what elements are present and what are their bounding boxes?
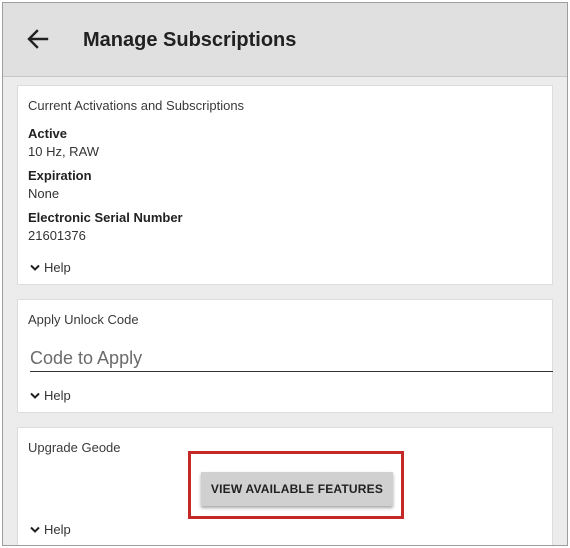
chevron-down-icon [30,392,40,399]
current-subscriptions-heading: Current Activations and Subscriptions [28,98,245,113]
current-help-label: Help [44,260,71,275]
upgrade-heading: Upgrade Geode [28,440,121,455]
highlight-box: VIEW AVAILABLE FEATURES [188,451,404,519]
view-available-features-button[interactable]: VIEW AVAILABLE FEATURES [201,472,393,506]
upgrade-help-toggle[interactable]: Help [30,522,71,537]
esn-value: 21601376 [28,228,86,243]
unlock-code-input[interactable] [30,346,553,372]
upgrade-help-label: Help [44,522,71,537]
expiration-value: None [28,186,60,201]
unlock-code-card: Apply Unlock Code Help [17,299,553,413]
unlock-help-label: Help [44,388,71,403]
active-value: 10 Hz, RAW [28,144,100,159]
back-arrow-icon[interactable] [27,28,49,50]
unlock-help-toggle[interactable]: Help [30,388,71,403]
chevron-down-icon [30,264,40,271]
esn-label: Electronic Serial Number [28,210,183,225]
upgrade-card: Upgrade Geode VIEW AVAILABLE FEATURES He… [17,427,553,545]
current-subscriptions-card: Current Activations and Subscriptions Ac… [17,85,553,285]
active-label: Active [28,126,68,141]
chevron-down-icon [30,526,40,533]
expiration-label: Expiration [28,168,92,183]
unlock-code-heading: Apply Unlock Code [28,312,139,327]
app-bar: Manage Subscriptions [3,3,567,77]
page-title: Manage Subscriptions [83,29,297,51]
app-window: Manage Subscriptions Current Activations… [2,2,568,546]
current-help-toggle[interactable]: Help [30,260,71,275]
